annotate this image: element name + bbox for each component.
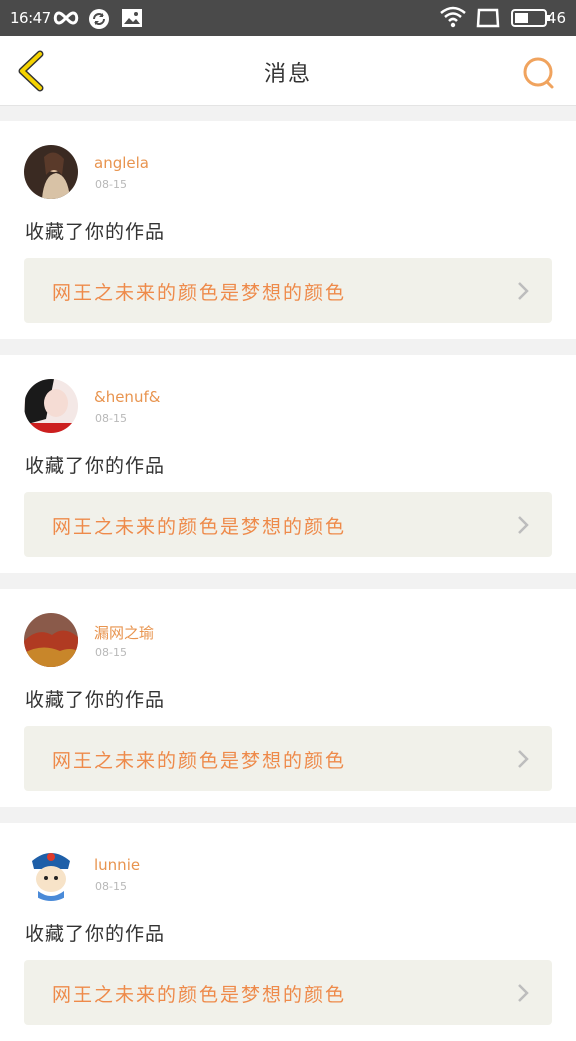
work-title: 网王之未来的颜色是梦想的颜色 xyxy=(52,984,347,1006)
chevron-right-icon xyxy=(518,984,529,1002)
message-date: 08-15 xyxy=(95,646,127,659)
chevron-right-icon xyxy=(518,750,529,768)
header-bar: 消息 xyxy=(0,36,576,106)
chevron-right-icon xyxy=(518,282,529,300)
search-icon[interactable] xyxy=(520,54,558,92)
battery-icon xyxy=(511,9,550,27)
message-date: 08-15 xyxy=(95,178,127,191)
work-link[interactable]: 网王之未来的颜色是梦想的颜色 xyxy=(24,726,552,791)
username[interactable]: anglela xyxy=(94,154,149,172)
avatar[interactable] xyxy=(24,379,78,433)
message-card: &henuf& 08-15 收藏了你的作品 网王之未来的颜色是梦想的颜色 xyxy=(0,355,576,573)
message-date: 08-15 xyxy=(95,880,127,893)
message-card: 漏网之瑜 08-15 收藏了你的作品 网王之未来的颜色是梦想的颜色 xyxy=(0,589,576,807)
work-link[interactable]: 网王之未来的颜色是梦想的颜色 xyxy=(24,960,552,1025)
screen-icon xyxy=(476,8,500,28)
message-card: lunnie 08-15 收藏了你的作品 网王之未来的颜色是梦想的颜色 xyxy=(0,823,576,1041)
image-icon xyxy=(122,9,142,27)
work-title: 网王之未来的颜色是梦想的颜色 xyxy=(52,282,347,304)
work-title: 网王之未来的颜色是梦想的颜色 xyxy=(52,516,347,538)
username[interactable]: lunnie xyxy=(94,856,140,874)
status-time: 16:47 xyxy=(10,9,51,27)
message-card: anglela 08-15 收藏了你的作品 网王之未来的颜色是梦想的颜色 xyxy=(0,121,576,339)
action-text: 收藏了你的作品 xyxy=(25,689,166,711)
message-date: 08-15 xyxy=(95,412,127,425)
avatar[interactable] xyxy=(24,145,78,199)
chevron-right-icon xyxy=(518,516,529,534)
status-bar: 16:47 46 xyxy=(0,0,576,36)
avatar[interactable] xyxy=(24,847,78,901)
username[interactable]: 漏网之瑜 xyxy=(94,622,154,643)
battery-level: 46 xyxy=(546,9,566,27)
action-text: 收藏了你的作品 xyxy=(25,221,166,243)
action-text: 收藏了你的作品 xyxy=(25,455,166,477)
work-link[interactable]: 网王之未来的颜色是梦想的颜色 xyxy=(24,492,552,557)
avatar[interactable] xyxy=(24,613,78,667)
work-link[interactable]: 网王之未来的颜色是梦想的颜色 xyxy=(24,258,552,323)
username[interactable]: &henuf& xyxy=(94,388,160,406)
page-title: 消息 xyxy=(263,62,312,87)
work-title: 网王之未来的颜色是梦想的颜色 xyxy=(52,750,347,772)
wifi-icon xyxy=(440,6,466,28)
sync-icon xyxy=(89,9,109,29)
infinity-icon xyxy=(53,11,79,25)
action-text: 收藏了你的作品 xyxy=(25,923,166,945)
